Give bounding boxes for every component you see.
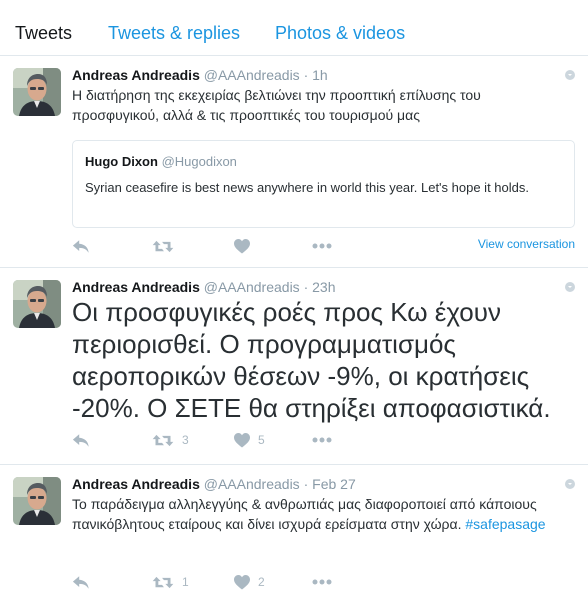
reply-button[interactable]: [72, 572, 90, 592]
avatar[interactable]: [13, 280, 61, 328]
more-button[interactable]: [312, 236, 332, 256]
tweet[interactable]: Andreas Andreadis @AAAndreadis · 23h Οι …: [0, 268, 588, 465]
tweet[interactable]: Andreas Andreadis @AAAndreadis · Feb 27 …: [0, 465, 588, 603]
like-count: 2: [258, 575, 265, 589]
tweet-timestamp[interactable]: 1h: [312, 67, 328, 83]
caret-down-icon[interactable]: [565, 282, 575, 292]
separator-dot: ·: [303, 476, 309, 492]
retweet-count: 1: [182, 575, 189, 589]
retweet-count: 3: [182, 433, 189, 447]
heart-icon: [234, 575, 250, 590]
avatar[interactable]: [13, 68, 61, 116]
separator-dot: ·: [303, 67, 309, 83]
separator-dot: ·: [303, 279, 309, 295]
author-name[interactable]: Andreas Andreadis: [72, 476, 200, 492]
quoted-tweet-text: Syrian ceasefire is best news anywhere i…: [85, 180, 529, 195]
quoted-author-name: Hugo Dixon: [85, 154, 158, 169]
reply-icon: [72, 575, 90, 590]
tab-photos-videos[interactable]: Photos & videos: [275, 22, 405, 44]
avatar[interactable]: [13, 477, 61, 525]
tweet-text: Οι προσφυγικές ροές προς Κω έχουν περιορ…: [72, 297, 551, 423]
more-icon: [312, 437, 332, 443]
profile-tabs: Tweets Tweets & replies Photos & videos: [0, 0, 588, 56]
quoted-author-handle: @Hugodixon: [161, 154, 237, 169]
retweet-icon: [152, 575, 174, 590]
more-icon: [312, 243, 332, 249]
tweet-text: Η διατήρηση της εκεχειρίας βελτιώνει την…: [72, 87, 481, 123]
author-handle[interactable]: @AAAndreadis: [204, 476, 300, 492]
like-button[interactable]: 5: [234, 430, 265, 450]
author-handle[interactable]: @AAAndreadis: [204, 67, 300, 83]
author-name[interactable]: Andreas Andreadis: [72, 67, 200, 83]
tweet-text-block: Το παράδειγμα αλληλεγγύης & ανθρωπιάς μα…: [72, 494, 562, 534]
tab-tweets-replies[interactable]: Tweets & replies: [108, 22, 240, 44]
like-count: 5: [258, 433, 265, 447]
retweet-button[interactable]: 3: [152, 430, 189, 450]
view-conversation-link[interactable]: View conversation: [478, 236, 575, 252]
tweet-header: Andreas Andreadis @AAAndreadis · 23h: [72, 278, 336, 296]
retweet-icon: [152, 239, 174, 254]
tweet-timestamp[interactable]: 23h: [312, 279, 335, 295]
quoted-tweet-header: Hugo Dixon @Hugodixon: [85, 153, 237, 171]
heart-icon: [234, 433, 250, 448]
reply-icon: [72, 433, 90, 448]
caret-down-icon[interactable]: [565, 479, 575, 489]
more-icon: [312, 579, 332, 585]
tweet-header: Andreas Andreadis @AAAndreadis · 1h: [72, 66, 328, 84]
more-button[interactable]: [312, 430, 332, 450]
hashtag-link[interactable]: #safepasage: [465, 516, 545, 532]
author-handle[interactable]: @AAAndreadis: [204, 279, 300, 295]
tweet[interactable]: Andreas Andreadis @AAAndreadis · 1h Η δι…: [0, 56, 588, 268]
tweet-header: Andreas Andreadis @AAAndreadis · Feb 27: [72, 475, 356, 493]
reply-button[interactable]: [72, 236, 90, 256]
retweet-button[interactable]: [152, 236, 174, 256]
more-button[interactable]: [312, 572, 332, 592]
reply-button[interactable]: [72, 430, 90, 450]
author-name[interactable]: Andreas Andreadis: [72, 279, 200, 295]
heart-icon: [234, 239, 250, 254]
tab-tweets[interactable]: Tweets: [15, 22, 72, 44]
like-button[interactable]: [234, 236, 250, 256]
quoted-tweet[interactable]: Hugo Dixon @Hugodixon Syrian ceasefire i…: [72, 140, 575, 228]
like-button[interactable]: 2: [234, 572, 265, 592]
caret-down-icon[interactable]: [565, 70, 575, 80]
tweet-timestamp[interactable]: Feb 27: [312, 476, 356, 492]
retweet-icon: [152, 433, 174, 448]
reply-icon: [72, 239, 90, 254]
retweet-button[interactable]: 1: [152, 572, 189, 592]
